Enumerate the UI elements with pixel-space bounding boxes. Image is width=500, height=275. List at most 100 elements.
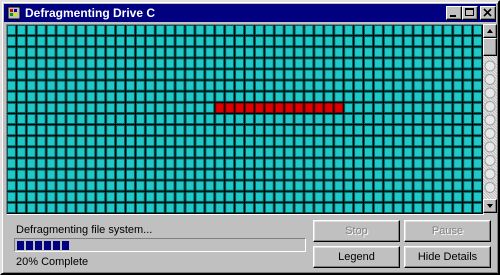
cluster-block [393,158,403,169]
cluster-block [66,202,76,214]
cluster-block [284,58,294,69]
cluster-block [145,136,155,147]
cluster-block [86,36,96,47]
cluster-block [304,91,314,102]
cluster-block [106,58,116,69]
cluster-block [36,202,46,214]
cluster-block [195,47,205,58]
cluster-block [205,102,215,113]
cluster-block [195,169,205,180]
cluster-block [225,147,235,158]
cluster-block [116,25,126,36]
cluster-block [205,136,215,147]
cluster-block [373,191,383,202]
cluster-block [46,191,56,202]
cluster-block [66,102,76,113]
cluster-block [254,158,264,169]
scroll-up-button[interactable] [483,24,497,38]
minimize-button[interactable] [446,6,462,20]
cluster-block [443,47,453,58]
cluster-block [423,169,433,180]
cluster-block [393,47,403,58]
stop-button[interactable]: Stop [313,220,400,242]
cluster-block [116,102,126,113]
cluster-block [116,158,126,169]
cluster-block [235,191,245,202]
cluster-block [195,69,205,80]
cluster-block [463,91,473,102]
cluster-block [453,47,463,58]
cluster-block [195,125,205,136]
cluster-block [264,125,274,136]
cluster-block [185,136,195,147]
cluster-block [463,69,473,80]
cluster-block [473,80,482,91]
cluster-block [304,58,314,69]
cluster-block [294,36,304,47]
cluster-block [274,136,284,147]
cluster-block [96,147,106,158]
cluster-block [314,136,324,147]
cluster-block [106,80,116,91]
cluster-map [6,24,484,215]
cluster-block [96,169,106,180]
cluster-block [403,80,413,91]
cluster-block [294,25,304,36]
legend-button[interactable]: Legend [313,246,400,268]
cluster-block [254,169,264,180]
cluster-block [294,191,304,202]
cluster-block [66,80,76,91]
close-button[interactable] [480,6,496,20]
cluster-block [334,69,344,80]
cluster-block [195,36,205,47]
cluster-block [16,47,26,58]
cluster-block [165,180,175,191]
cluster-block [314,158,324,169]
cluster-block [235,91,245,102]
cluster-block [334,80,344,91]
cluster-block [235,147,245,158]
cluster-block [264,25,274,36]
cluster-block [96,91,106,102]
cluster-block [314,191,324,202]
cluster-block [284,202,294,214]
cluster-block [7,69,16,80]
scroll-thumb[interactable] [483,38,497,56]
cluster-block [254,69,264,80]
cluster-block [254,136,264,147]
cluster-block [463,102,473,113]
cluster-block [215,158,225,169]
title-bar[interactable]: Defragmenting Drive C [4,4,496,22]
vertical-scrollbar[interactable] [483,24,497,213]
cluster-block [96,102,106,113]
cluster-block [46,147,56,158]
cluster-block [86,147,96,158]
cluster-block [344,36,354,47]
cluster-block [225,136,235,147]
cluster-block [354,180,363,191]
hide-details-button[interactable]: Hide Details [404,246,491,268]
cluster-block [393,91,403,102]
pause-button[interactable]: Pause [404,220,491,242]
cluster-block [175,47,185,58]
cluster-block [96,36,106,47]
cluster-block [36,25,46,36]
cluster-block [165,102,175,113]
cluster-block [413,91,423,102]
cluster-block [245,180,254,191]
cluster-block [235,69,245,80]
cluster-block [175,102,185,113]
cluster-block [116,36,126,47]
maximize-button[interactable] [462,6,478,20]
cluster-block [56,202,66,214]
cluster-block [56,58,66,69]
cluster-block [26,147,36,158]
cluster-block [96,80,106,91]
cluster-block [126,91,135,102]
cluster-block [413,25,423,36]
scroll-down-button[interactable] [483,199,497,213]
cluster-block [334,91,344,102]
cluster-block [135,69,145,80]
cluster-block [26,191,36,202]
cluster-block [403,180,413,191]
